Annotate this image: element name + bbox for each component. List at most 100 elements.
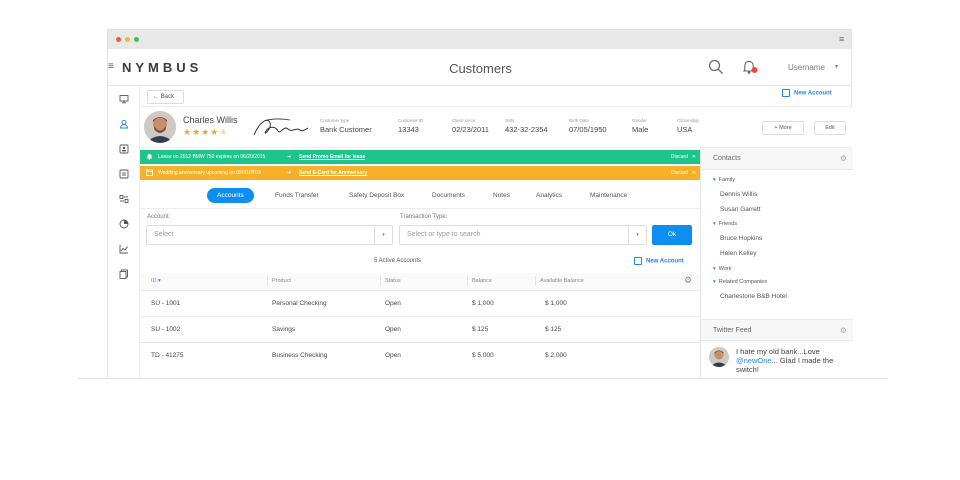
contact-item[interactable]: Dennis Willis — [720, 191, 757, 198]
contact-group-friends[interactable]: ▾ Friends — [713, 221, 737, 227]
id-card-icon[interactable] — [119, 144, 129, 154]
field-value: USA — [677, 125, 693, 134]
table-settings-gear-icon[interactable]: ⚙ — [684, 275, 692, 286]
table-row[interactable]: TD - 41275 Business Checking Open $ 5,00… — [140, 342, 700, 368]
tab-analytics[interactable]: Analytics — [536, 188, 562, 203]
sort-caret-icon: ▾ — [158, 278, 161, 284]
contact-item[interactable]: Charlestone B&B Hotel — [720, 293, 787, 300]
maximize-window-dot[interactable] — [134, 37, 139, 42]
table-row[interactable]: SU - 1001 Personal Checking Open $ 1,000… — [140, 290, 700, 316]
minimize-window-dot[interactable] — [125, 37, 130, 42]
field-label: Birth Date — [569, 118, 590, 123]
back-button[interactable]: ← Back — [147, 90, 184, 104]
close-icon[interactable]: ✕ — [692, 150, 696, 164]
ok-button[interactable]: Ok — [652, 225, 692, 245]
send-ecard-link[interactable]: Send E-Card for Anniversary — [299, 166, 367, 180]
inbox-icon[interactable] — [119, 169, 129, 179]
chevron-down-icon: ▾ — [628, 226, 646, 244]
notification-bell-icon[interactable] — [741, 59, 759, 75]
new-account-link-top[interactable]: New Account — [782, 89, 832, 97]
close-icon[interactable]: ✕ — [692, 166, 696, 180]
account-select[interactable]: Select ▾ — [146, 225, 393, 245]
send-promo-email-link[interactable]: Send Promo Email for lease — [299, 150, 365, 164]
calendar-icon — [146, 169, 153, 176]
field-label: Client since — [452, 118, 476, 123]
tab-funds-transfer[interactable]: Funds Transfer — [275, 188, 319, 203]
column-divider — [267, 276, 268, 286]
documents-icon[interactable] — [119, 269, 129, 279]
search-icon[interactable] — [708, 59, 724, 75]
tab-accounts[interactable]: Accounts — [207, 188, 254, 203]
field-ssn: SSN 432-32-2354 — [505, 118, 548, 134]
avatar — [144, 111, 176, 143]
alert-message: Lease on 2012 BMW 750 expires on 06/20/2… — [158, 154, 266, 160]
username[interactable]: Username — [788, 63, 825, 72]
tab-notes[interactable]: Notes — [493, 188, 510, 203]
line-chart-icon[interactable] — [119, 244, 129, 254]
contact-group-work[interactable]: ▾ Work — [713, 266, 732, 272]
more-button[interactable]: + More — [762, 121, 804, 135]
close-window-dot[interactable] — [116, 37, 121, 42]
contact-item[interactable]: Susan Garrett — [720, 206, 760, 213]
active-accounts-count: 5 Active Accounts — [374, 258, 422, 264]
alert-lease: Lease on 2012 BMW 750 expires on 06/20/2… — [140, 150, 700, 164]
arrow-right-icon: ➜ — [287, 154, 292, 160]
field-birth-date: Birth Date 07/05/1950 — [569, 118, 607, 134]
triangle-down-icon: ▾ — [713, 221, 716, 227]
contact-group-related-companies[interactable]: ▾ Related Companies — [713, 279, 767, 285]
pie-chart-icon[interactable] — [119, 219, 129, 229]
tweet-mention-link[interactable]: @newOne — [736, 356, 772, 365]
column-balance[interactable]: Balance — [472, 273, 492, 289]
column-status[interactable]: Status — [385, 273, 401, 289]
group-label: Family — [718, 177, 735, 183]
contacts-header: Contacts ⚙ — [701, 148, 853, 170]
twitter-header: Twitter Feed ⚙ — [701, 319, 853, 341]
field-value: 13343 — [398, 125, 419, 134]
contact-item[interactable]: Helen Kelley — [720, 250, 757, 257]
new-account-label: New Account — [794, 90, 832, 97]
discard-button[interactable]: Discard — [671, 166, 688, 180]
cell-status: Open — [385, 352, 401, 359]
new-account-link-table[interactable]: New Account — [634, 257, 684, 265]
right-panel: Contacts ⚙ ▾ Family Dennis Willis Susan G… — [700, 148, 853, 378]
field-value: Bank Customer — [320, 125, 372, 134]
column-product[interactable]: Product — [272, 273, 291, 289]
tab-maintenance[interactable]: Maintenance — [590, 188, 627, 203]
bell-icon — [147, 154, 152, 160]
transaction-type-placeholder: Select or type to search — [407, 231, 481, 238]
transfer-icon[interactable] — [119, 194, 129, 204]
cell-id: TD - 41275 — [151, 352, 184, 359]
triangle-down-icon: ▾ — [713, 279, 716, 285]
star-icon: ★ — [201, 127, 211, 137]
cell-status: Open — [385, 300, 401, 307]
twitter-gear-icon[interactable]: ⚙ — [840, 326, 847, 335]
tweet: I hate my old bank...Love @newOne... Gla… — [701, 341, 853, 378]
field-value: 432-32-2354 — [505, 125, 548, 134]
table-row[interactable]: SU - 1002 Savings Open $ 125 $ 125 — [140, 316, 700, 342]
contact-item[interactable]: Bruce Hopkins — [720, 235, 762, 242]
cell-product: Business Checking — [272, 352, 328, 359]
account-form: Account: Select ▾ Transaction Type: Sele… — [140, 208, 700, 248]
star-icon: ★ — [183, 127, 193, 137]
field-label: SSN — [505, 118, 515, 123]
monitor-icon[interactable] — [119, 94, 129, 104]
contacts-gear-icon[interactable]: ⚙ — [840, 154, 847, 163]
cell-balance: $ 125 — [472, 326, 489, 333]
tab-documents[interactable]: Documents — [432, 188, 465, 203]
tab-safety-deposit-box[interactable]: Safety Deposit Box — [349, 188, 404, 203]
column-id[interactable]: ID ▾ — [151, 273, 161, 289]
contact-group-family[interactable]: ▾ Family — [713, 177, 735, 183]
field-label: Customer ID — [398, 118, 424, 123]
user-icon[interactable] — [119, 119, 129, 129]
triangle-down-icon: ▾ — [713, 177, 716, 183]
column-available-balance[interactable]: Available Balance — [540, 273, 584, 289]
window-menu-icon[interactable]: ≡ — [839, 35, 847, 44]
user-menu-chevron-icon[interactable]: ▾ — [835, 63, 838, 70]
discard-button[interactable]: Discard — [671, 150, 688, 164]
column-divider — [535, 276, 536, 286]
cell-available-balance: $ 2,000 — [545, 352, 567, 359]
transaction-type-select[interactable]: Select or type to search ▾ — [399, 225, 647, 245]
edit-button[interactable]: Edit — [814, 121, 846, 135]
transaction-type-label: Transaction Type: — [400, 214, 448, 220]
contacts-title: Contacts — [713, 155, 741, 162]
